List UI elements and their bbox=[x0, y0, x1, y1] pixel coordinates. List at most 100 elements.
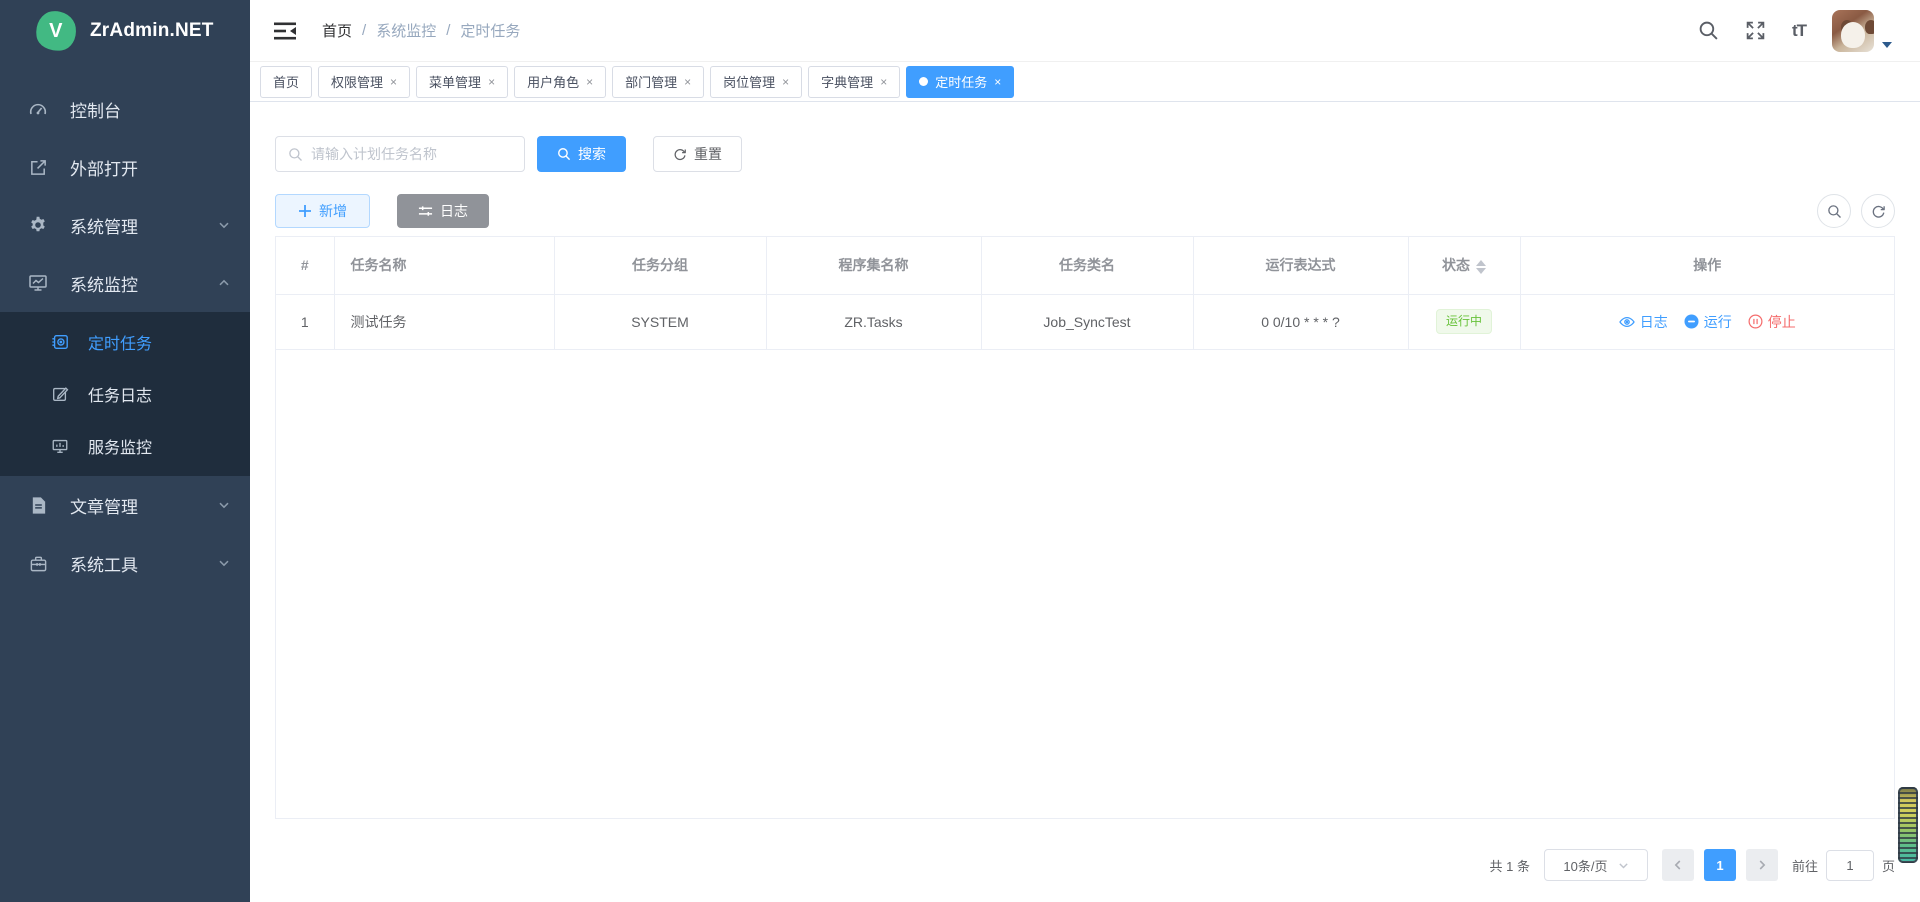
page-unit-label: 页 bbox=[1882, 856, 1895, 875]
chevron-down-icon bbox=[1618, 860, 1629, 871]
chevron-right-icon bbox=[1756, 859, 1768, 871]
tab-home[interactable]: 首页 bbox=[260, 66, 312, 98]
chevron-up-icon bbox=[218, 277, 230, 289]
close-icon[interactable]: × bbox=[782, 76, 789, 88]
sidebar-menu: 控制台 外部打开 系统管理 bbox=[0, 62, 250, 592]
status-badge: 运行中 bbox=[1436, 309, 1492, 334]
tab-menus[interactable]: 菜单管理 × bbox=[416, 66, 508, 98]
sidebar-item-label: 系统工具 bbox=[70, 551, 218, 576]
breadcrumb-system-monitor[interactable]: 系统监控 bbox=[376, 20, 436, 41]
row-run-link[interactable]: 运行 bbox=[1684, 312, 1732, 332]
row-run-label: 运行 bbox=[1704, 312, 1732, 332]
breadcrumb-separator: / bbox=[446, 22, 450, 39]
cell-assembly: ZR.Tasks bbox=[766, 294, 981, 349]
tab-permissions[interactable]: 权限管理 × bbox=[318, 66, 410, 98]
user-avatar[interactable] bbox=[1832, 10, 1874, 52]
tab-dictionary[interactable]: 字典管理 × bbox=[808, 66, 900, 98]
prev-page-button[interactable] bbox=[1662, 849, 1694, 881]
sidebar-item-label: 系统管理 bbox=[70, 213, 218, 238]
cell-actions: 日志 运行 bbox=[1520, 294, 1894, 349]
refresh-table-button[interactable] bbox=[1861, 194, 1895, 228]
font-size-icon[interactable]: tT bbox=[1792, 21, 1806, 41]
next-page-button[interactable] bbox=[1746, 849, 1778, 881]
breadcrumb-separator: / bbox=[362, 22, 366, 39]
sidebar-item-service-monitor[interactable]: 服务监控 bbox=[0, 420, 250, 472]
col-class: 任务类名 bbox=[981, 237, 1193, 294]
external-link-icon bbox=[26, 155, 50, 179]
sidebar-item-scheduled-tasks[interactable]: 定时任务 bbox=[0, 316, 250, 368]
breadcrumb: 首页 / 系统监控 / 定时任务 bbox=[322, 20, 520, 41]
tab-label: 部门管理 bbox=[625, 72, 677, 91]
sidebar-item-label: 定时任务 bbox=[88, 330, 230, 354]
toolbox-icon bbox=[26, 551, 50, 575]
breadcrumb-home[interactable]: 首页 bbox=[322, 20, 352, 41]
goto-page-input[interactable] bbox=[1826, 850, 1874, 881]
active-dot-icon bbox=[919, 77, 928, 86]
tab-positions[interactable]: 岗位管理 × bbox=[710, 66, 802, 98]
total-count: 共 1 条 bbox=[1490, 856, 1530, 875]
task-name-search-field[interactable] bbox=[275, 136, 525, 172]
search-icon[interactable] bbox=[1698, 20, 1719, 41]
tab-label: 用户角色 bbox=[527, 72, 579, 91]
row-stop-link[interactable]: 停止 bbox=[1748, 312, 1796, 332]
plus-icon bbox=[298, 204, 312, 218]
main-pane: 首页 / 系统监控 / 定时任务 tT bbox=[250, 0, 1920, 902]
sidebar-item-system-admin[interactable]: 系统管理 bbox=[0, 196, 250, 254]
page-number-button[interactable]: 1 bbox=[1704, 849, 1736, 881]
chevron-down-icon bbox=[218, 499, 230, 511]
col-task-group: 任务分组 bbox=[554, 237, 766, 294]
sidebar-item-console[interactable]: 控制台 bbox=[0, 80, 250, 138]
close-icon[interactable]: × bbox=[586, 76, 593, 88]
row-stop-label: 停止 bbox=[1768, 312, 1796, 332]
show-search-button[interactable] bbox=[1817, 194, 1851, 228]
col-actions: 操作 bbox=[1520, 237, 1894, 294]
server-monitor-icon bbox=[50, 434, 70, 458]
refresh-icon bbox=[1871, 204, 1886, 219]
tab-departments[interactable]: 部门管理 × bbox=[612, 66, 704, 98]
close-icon[interactable]: × bbox=[880, 76, 887, 88]
row-log-link[interactable]: 日志 bbox=[1619, 312, 1668, 332]
log-button[interactable]: 日志 bbox=[397, 194, 489, 228]
tabbar: 首页 权限管理 × 菜单管理 × 用户角色 × 部门管理 × 岗位管理 × bbox=[250, 62, 1920, 102]
sidebar-item-label: 服务监控 bbox=[88, 434, 230, 458]
search-row: 搜索 重置 bbox=[275, 136, 1895, 172]
collapse-sidebar-icon[interactable] bbox=[274, 21, 296, 41]
chevron-down-icon bbox=[218, 557, 230, 569]
reset-button-label: 重置 bbox=[694, 144, 722, 164]
sidebar-item-label: 文章管理 bbox=[70, 493, 218, 518]
add-button[interactable]: 新增 bbox=[275, 194, 370, 228]
brand-logo[interactable]: V ZrAdmin.NET bbox=[0, 0, 250, 62]
tab-user-roles[interactable]: 用户角色 × bbox=[514, 66, 606, 98]
sort-carets-icon[interactable] bbox=[1476, 260, 1486, 274]
sidebar-item-external[interactable]: 外部打开 bbox=[0, 138, 250, 196]
close-icon[interactable]: × bbox=[488, 76, 495, 88]
tab-scheduled-tasks[interactable]: 定时任务 × bbox=[906, 66, 1014, 98]
sidebar-item-articles[interactable]: 文章管理 bbox=[0, 476, 250, 534]
user-menu[interactable] bbox=[1832, 10, 1892, 52]
search-icon bbox=[1827, 204, 1842, 219]
content: 搜索 重置 新增 日志 bbox=[250, 102, 1920, 902]
sidebar-item-system-tools[interactable]: 系统工具 bbox=[0, 534, 250, 592]
col-cron: 运行表达式 bbox=[1193, 237, 1408, 294]
col-status: 状态 bbox=[1408, 237, 1520, 294]
search-input[interactable] bbox=[311, 146, 512, 162]
dashboard-icon bbox=[26, 97, 50, 121]
sidebar-submenu-monitor: 定时任务 任务日志 服务监控 bbox=[0, 312, 250, 476]
sidebar-item-label: 任务日志 bbox=[88, 382, 230, 406]
sidebar-item-task-logs[interactable]: 任务日志 bbox=[0, 368, 250, 420]
refresh-icon bbox=[673, 147, 687, 161]
reset-button[interactable]: 重置 bbox=[653, 136, 742, 172]
page-size-select[interactable]: 10条/页 bbox=[1544, 849, 1648, 881]
table-tools bbox=[1817, 194, 1895, 228]
sidebar: V ZrAdmin.NET 控制台 外部打开 bbox=[0, 0, 250, 902]
breadcrumb-current: 定时任务 bbox=[460, 20, 520, 41]
close-icon[interactable]: × bbox=[390, 76, 397, 88]
close-icon[interactable]: × bbox=[684, 76, 691, 88]
sidebar-item-system-monitor[interactable]: 系统监控 bbox=[0, 254, 250, 312]
tab-label: 定时任务 bbox=[935, 72, 987, 91]
fullscreen-icon[interactable] bbox=[1745, 20, 1766, 41]
close-icon[interactable]: × bbox=[994, 76, 1001, 88]
search-button[interactable]: 搜索 bbox=[537, 136, 626, 172]
scrollbar-widget[interactable] bbox=[1898, 787, 1918, 863]
cell-task-group: SYSTEM bbox=[554, 294, 766, 349]
